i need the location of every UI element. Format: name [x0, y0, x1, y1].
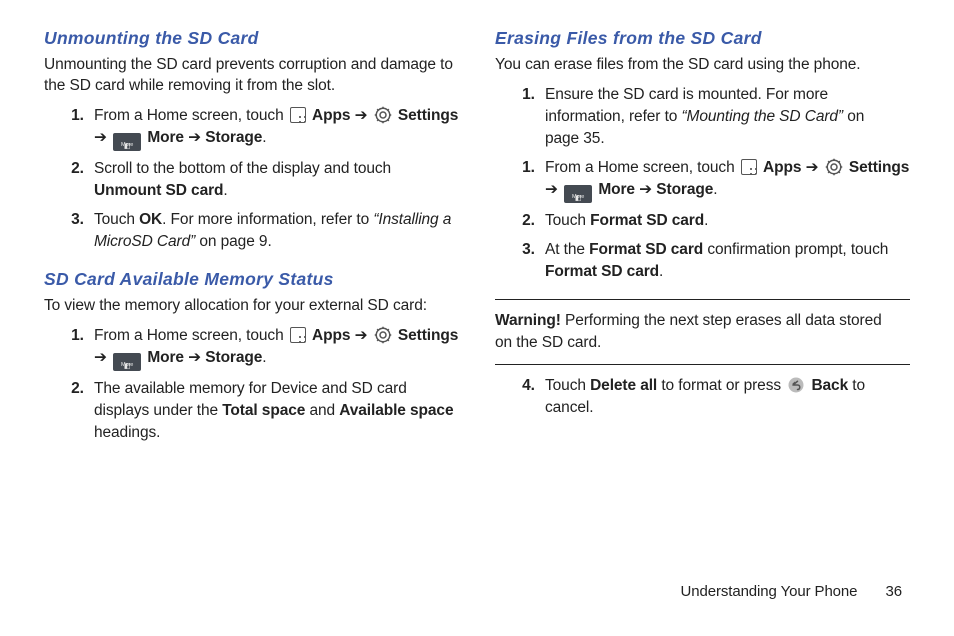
intro-memory: To view the memory allocation for your e… [44, 296, 459, 317]
heading-erase: Erasing Files from the SD Card [495, 28, 910, 49]
step-unmount-1: From a Home screen, touch Apps ➔ Setting… [88, 105, 459, 151]
apps-label: Apps [763, 159, 801, 176]
page-body: Unmounting the SD Card Unmounting the SD… [0, 0, 954, 460]
text: From a Home screen, touch [94, 107, 288, 124]
arrow: ➔ [545, 181, 562, 198]
page-footer: Understanding Your Phone 36 [681, 583, 903, 600]
more-label: More [147, 129, 184, 146]
apps-label: Apps [312, 327, 350, 344]
right-column: Erasing Files from the SD Card You can e… [495, 28, 910, 460]
step-memory-2: The available memory for Device and SD c… [88, 378, 459, 444]
storage-label: Storage [205, 129, 262, 146]
warning-label: Warning! [495, 312, 561, 329]
steps-memory: From a Home screen, touch Apps ➔ Setting… [44, 325, 459, 444]
step-erase-1: Ensure the SD card is mounted. For more … [539, 84, 910, 150]
settings-label: Settings [398, 107, 458, 124]
intro-erase: You can erase files from the SD card usi… [495, 55, 910, 76]
format-label: Format SD card [545, 263, 659, 280]
format-label: Format SD card [590, 212, 704, 229]
text: and [305, 402, 339, 419]
total-label: Total space [222, 402, 305, 419]
text: . For more information, refer to [162, 211, 373, 228]
more-label: More [147, 349, 184, 366]
step-memory-1: From a Home screen, touch Apps ➔ Setting… [88, 325, 459, 371]
text: Scroll to the bottom of the display and … [94, 160, 391, 177]
settings-icon [374, 326, 392, 344]
text: Touch [545, 212, 590, 229]
step-unmount-3: Touch OK. For more information, refer to… [88, 209, 459, 253]
footer-section: Understanding Your Phone [681, 583, 858, 600]
warning-block: Warning! Performing the next step erases… [495, 310, 910, 354]
apps-icon [741, 159, 757, 175]
text: Touch [94, 211, 139, 228]
steps-erase-a: Ensure the SD card is mounted. For more … [495, 84, 910, 283]
page-number: 36 [886, 583, 903, 600]
text: From a Home screen, touch [94, 327, 288, 344]
arrow: ➔ [639, 181, 656, 198]
settings-label: Settings [398, 327, 458, 344]
apps-icon [290, 327, 306, 343]
arrow: ➔ [188, 349, 205, 366]
step-erase-4: Touch Delete all to format or press Back… [539, 375, 910, 419]
steps-erase-b: Touch Delete all to format or press Back… [495, 375, 910, 419]
arrow: ➔ [188, 129, 205, 146]
arrow: ➔ [94, 349, 111, 366]
step-erase-1b: From a Home screen, touch Apps ➔ Setting… [539, 157, 910, 203]
steps-unmount: From a Home screen, touch Apps ➔ Setting… [44, 105, 459, 253]
format-label: Format SD card [589, 241, 703, 258]
apps-label: Apps [312, 107, 350, 124]
intro-unmount: Unmounting the SD card prevents corrupti… [44, 55, 459, 97]
heading-memory: SD Card Available Memory Status [44, 269, 459, 290]
text: confirmation prompt, touch [703, 241, 888, 258]
settings-icon [374, 106, 392, 124]
text: Touch [545, 377, 590, 394]
text: headings. [94, 424, 160, 441]
ref-mount: “Mounting the SD Card” [682, 108, 843, 125]
warning-divider-top [495, 299, 910, 300]
storage-label: Storage [656, 181, 713, 198]
more-icon: More [564, 185, 592, 203]
more-icon: More [113, 353, 141, 371]
text: to format or press [657, 377, 785, 394]
apps-icon [290, 107, 306, 123]
step-erase-2: Touch Format SD card. [539, 210, 910, 232]
text: From a Home screen, touch [545, 159, 739, 176]
storage-label: Storage [205, 349, 262, 366]
back-label: Back [811, 377, 848, 394]
arrow: ➔ [355, 327, 372, 344]
text: on page 9. [195, 233, 271, 250]
heading-unmount: Unmounting the SD Card [44, 28, 459, 49]
step-unmount-2: Scroll to the bottom of the display and … [88, 158, 459, 202]
ok-label: OK [139, 211, 162, 228]
settings-icon [825, 158, 843, 176]
deleteall-label: Delete all [590, 377, 657, 394]
text: At the [545, 241, 589, 258]
settings-label: Settings [849, 159, 909, 176]
back-icon [787, 376, 805, 394]
unmount-label: Unmount SD card [94, 182, 223, 199]
more-icon: More [113, 133, 141, 151]
warning-divider-bottom [495, 364, 910, 365]
avail-label: Available space [339, 402, 453, 419]
arrow: ➔ [355, 107, 372, 124]
arrow: ➔ [94, 129, 111, 146]
left-column: Unmounting the SD Card Unmounting the SD… [44, 28, 459, 460]
step-erase-3: At the Format SD card confirmation promp… [539, 239, 910, 283]
arrow: ➔ [806, 159, 823, 176]
more-label: More [598, 181, 635, 198]
